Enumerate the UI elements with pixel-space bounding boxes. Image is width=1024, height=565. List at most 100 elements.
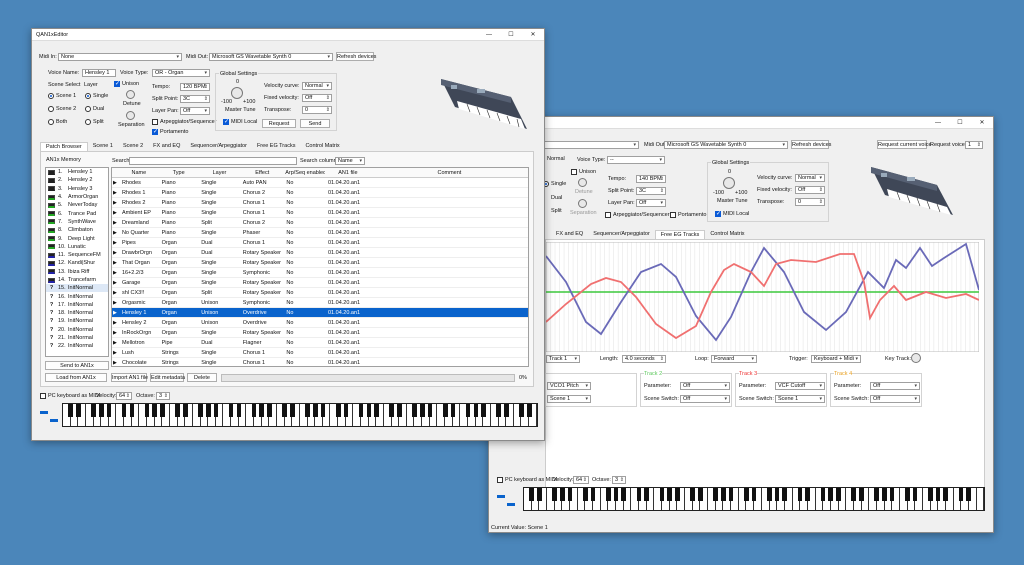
black-key[interactable] <box>152 404 158 418</box>
black-key[interactable] <box>958 488 964 502</box>
black-key[interactable] <box>213 404 219 418</box>
black-key[interactable] <box>874 488 879 502</box>
scene-switch-select[interactable]: Off <box>870 395 920 403</box>
minimize-icon[interactable]: — <box>478 32 500 38</box>
black-key[interactable] <box>935 488 941 502</box>
black-key[interactable] <box>106 404 112 418</box>
black-key[interactable] <box>98 404 104 418</box>
tempo-spinbox[interactable]: 120 BPM <box>180 83 210 91</box>
black-key[interactable] <box>851 488 856 502</box>
list-item[interactable]: 13. Ibiza Riff <box>46 268 108 276</box>
black-key[interactable] <box>820 488 826 502</box>
octave-spinbox[interactable]: 3 <box>612 476 626 484</box>
minimize-icon[interactable]: — <box>927 120 949 126</box>
list-item[interactable]: ? 21. InitNormal <box>46 334 108 342</box>
black-key[interactable] <box>943 488 948 502</box>
import-an1-button[interactable]: Import AN1 file <box>111 373 148 382</box>
list-item[interactable]: 1. Hensley 1 <box>46 168 108 176</box>
list-item[interactable]: 8. Climbaton <box>46 226 108 234</box>
parameter-select[interactable]: Off <box>870 382 920 390</box>
trigger-select[interactable]: Keyboard + Midi <box>811 355 861 363</box>
edit-metadata-button[interactable]: Edit metadata <box>150 373 185 382</box>
tab-seq-arp[interactable]: Sequencer/Arpeggiator <box>588 230 655 239</box>
black-key[interactable] <box>496 404 502 418</box>
voice-type-select[interactable]: OR - Organ <box>152 69 210 77</box>
tab-fx-eq[interactable]: FX and EQ <box>148 142 185 151</box>
unison-checkbox[interactable] <box>571 169 577 175</box>
request-voice-spinbox[interactable]: 1 <box>965 141 983 149</box>
black-key[interactable] <box>198 404 203 418</box>
black-key[interactable] <box>68 404 73 418</box>
layer-split-radio[interactable] <box>85 119 91 125</box>
black-key[interactable] <box>744 488 749 502</box>
layer-single-radio[interactable] <box>85 93 91 99</box>
black-key[interactable] <box>335 404 341 418</box>
both-radio[interactable] <box>48 119 54 125</box>
black-key[interactable] <box>267 404 272 418</box>
table-row[interactable]: ▶ Rhodes Piano Single Auto PAN No 01.04.20.an1 <box>112 178 528 188</box>
black-key[interactable] <box>889 488 895 502</box>
track-select[interactable]: Track 1 <box>546 355 580 363</box>
voice-name-input[interactable]: Hensley 1 <box>82 69 116 77</box>
black-key[interactable] <box>504 404 509 418</box>
black-key[interactable] <box>450 404 456 418</box>
velocity-curve-select[interactable]: Normal <box>795 174 825 182</box>
black-key[interactable] <box>374 404 379 418</box>
table-row[interactable]: ▶ DrawbrOrgn Organ Dual Rotary Speaker No 01.0… <box>112 248 528 258</box>
portamento-checkbox[interactable] <box>670 212 676 218</box>
black-key[interactable] <box>797 488 803 502</box>
column-header[interactable]: Name <box>118 170 158 176</box>
pc-keyboard-checkbox[interactable] <box>40 393 46 399</box>
list-item[interactable]: ? 20. InitNormal <box>46 326 108 334</box>
list-item[interactable]: 9. Deep Light <box>46 234 108 242</box>
parameter-select[interactable]: Off <box>680 382 730 390</box>
search-input[interactable] <box>129 157 297 165</box>
black-key[interactable] <box>236 404 242 418</box>
black-key[interactable] <box>828 488 833 502</box>
black-key[interactable] <box>690 488 695 502</box>
search-column-select[interactable]: Name <box>335 157 365 165</box>
split-point-spinbox[interactable]: 3C <box>636 187 666 195</box>
black-key[interactable] <box>882 488 887 502</box>
send-button[interactable]: Send <box>300 119 330 128</box>
detune-knob[interactable] <box>126 90 135 99</box>
separation-knob[interactable] <box>578 199 587 208</box>
table-row[interactable]: ▶ Rhodes 1 Piano Single Chorus 2 No 01.04.20.a… <box>112 188 528 198</box>
scene-switch-select[interactable]: Off <box>680 395 730 403</box>
black-key[interactable] <box>728 488 734 502</box>
black-key[interactable] <box>537 488 542 502</box>
list-item[interactable]: 5. NeverToday <box>46 201 108 209</box>
parameter-select[interactable]: VCF Cutoff <box>775 382 825 390</box>
tempo-spinbox[interactable]: 140 BPM <box>636 175 666 183</box>
midi-in-select[interactable] <box>529 141 639 149</box>
tab-fx-eq[interactable]: FX and EQ <box>551 230 588 239</box>
length-spinbox[interactable]: 4.0 seconds <box>622 355 666 363</box>
velocity-curve-select[interactable]: Normal <box>302 82 332 90</box>
voice-type-select[interactable]: -- <box>607 156 665 164</box>
black-key[interactable] <box>412 404 417 418</box>
black-key[interactable] <box>205 404 211 418</box>
eg-track-graph[interactable] <box>546 242 979 352</box>
black-key[interactable] <box>465 404 471 418</box>
table-row[interactable]: ▶ Mellotron Pipe Dual Flagner No 01.04.20.an1 <box>112 338 528 348</box>
list-item[interactable]: 14. Trancefarm <box>46 276 108 284</box>
black-key[interactable] <box>358 404 364 418</box>
column-header[interactable]: Layer <box>198 170 240 176</box>
list-item[interactable]: 6. Trance Pad <box>46 209 108 217</box>
tab-free-eg-tracks[interactable]: Free EG Tracks <box>654 230 706 239</box>
detune-knob[interactable] <box>578 178 587 187</box>
tab-patch-browser[interactable]: Patch Browser <box>40 142 88 151</box>
tab-scene2[interactable]: Scene 2 <box>118 142 148 151</box>
table-row[interactable]: ▶ InRockOrgn Organ Single Rotary Speaker No 01… <box>112 328 528 338</box>
black-key[interactable] <box>420 404 425 418</box>
memory-list[interactable]: 1. Hensley 1 2. Hensley 2 3. Hensley 3 4. A… <box>45 167 109 357</box>
table-row[interactable]: ▶ Rhodes 2 Piano Single Chorus 1 No 01.04.20.a… <box>112 198 528 208</box>
list-item[interactable]: 3. Hensley 3 <box>46 185 108 193</box>
black-key[interactable] <box>144 404 150 418</box>
mod-wheel-icon[interactable] <box>40 411 48 414</box>
black-key[interactable] <box>320 404 326 418</box>
black-key[interactable] <box>290 404 295 418</box>
list-item[interactable]: ? 18. InitNormal <box>46 309 108 317</box>
black-key[interactable] <box>519 404 524 418</box>
black-key[interactable] <box>613 488 619 502</box>
